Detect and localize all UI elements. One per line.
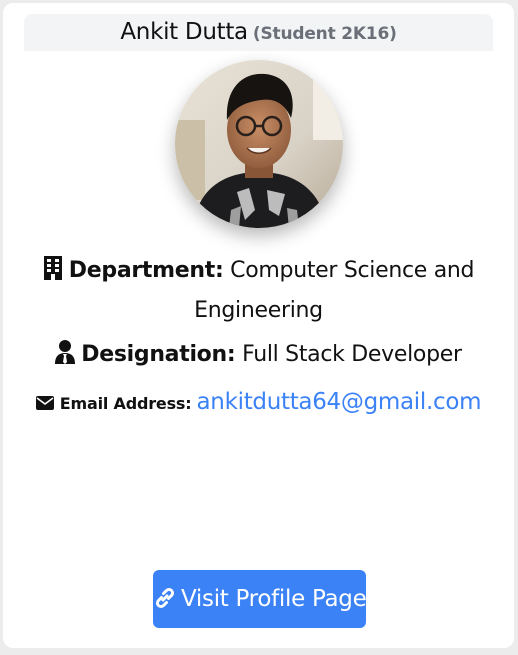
profile-name: Ankit Dutta: [120, 19, 248, 45]
email-label: Email Address:: [59, 394, 192, 413]
building-icon: [43, 255, 63, 292]
department-label: Department:: [68, 258, 224, 283]
profile-subtitle: (Student 2K16): [252, 24, 397, 44]
visit-profile-label: Visit Profile Page: [181, 586, 367, 612]
profile-card: Ankit Dutta (Student 2K16) Department: C…: [3, 3, 514, 648]
envelope-icon: [35, 386, 54, 424]
designation-row: Designation: Full Stack Developer: [18, 336, 499, 376]
designation-label: Designation:: [81, 342, 236, 367]
visit-profile-button[interactable]: Visit Profile Page: [153, 570, 367, 628]
department-row: Department: Computer Science and Enginee…: [18, 252, 499, 329]
link-icon: [153, 574, 177, 632]
avatar: [175, 60, 343, 228]
email-link[interactable]: ankitdutta64@gmail.com: [197, 389, 482, 415]
designation-value: Full Stack Developer: [242, 342, 462, 367]
avatar-image: [175, 60, 343, 228]
email-row: Email Address: ankitdutta64@gmail.com: [18, 383, 499, 424]
department-value: Computer Science and Engineering: [194, 258, 475, 323]
card-header: Ankit Dutta (Student 2K16): [24, 14, 493, 51]
user-tie-icon: [55, 339, 76, 376]
